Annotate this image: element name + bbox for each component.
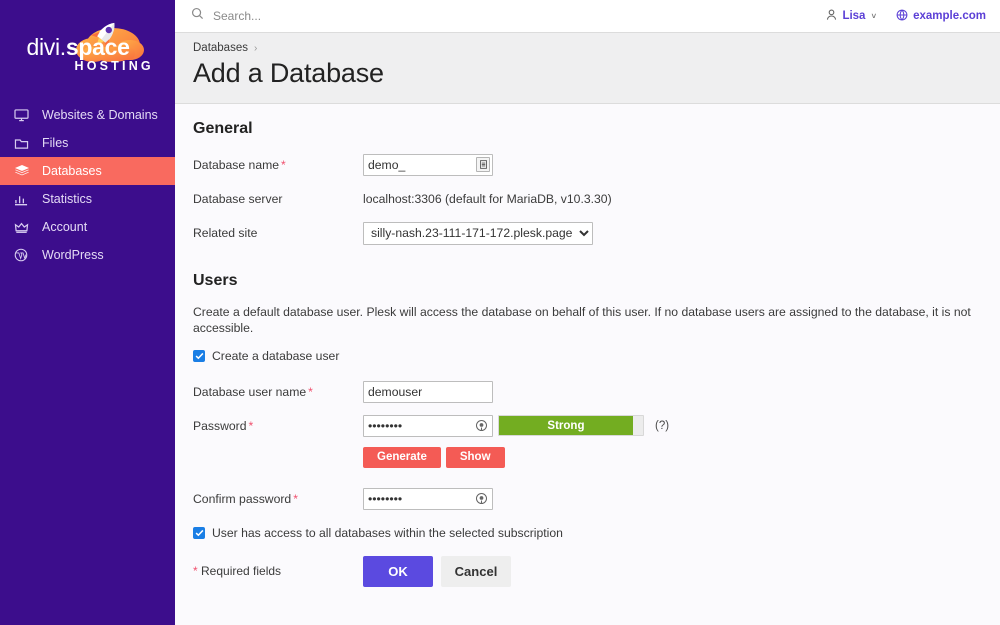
create-database-user-checkbox-row[interactable]: Create a database user (193, 349, 982, 363)
database-name-label-text: Database name (193, 158, 280, 172)
brand-logo[interactable]: divi.space HOSTING (0, 0, 175, 95)
database-layers-icon (14, 163, 34, 179)
cancel-button[interactable]: Cancel (441, 555, 511, 587)
page-header: Databases › Add a Database (175, 33, 1000, 104)
required-fields-note: * Required fields (193, 564, 363, 578)
required-fields-text: Required fields (201, 564, 282, 579)
create-database-user-checkbox[interactable] (193, 349, 205, 362)
breadcrumb-separator-icon: › (253, 42, 258, 54)
confirm-password-label: Confirm password * (193, 492, 363, 506)
required-marker: * (193, 564, 198, 579)
wordpress-icon (14, 247, 34, 263)
sidebar-item-label: Databases (42, 164, 102, 178)
sidebar-item-label: Statistics (42, 192, 93, 206)
form-content: General Database name* Database ser (175, 104, 1000, 625)
monitor-icon (14, 107, 34, 123)
database-user-name-label-text: Database user name (193, 384, 307, 399)
plesk-add-database-page: divi.space HOSTING Websites & Domains Fi… (0, 0, 1000, 625)
eye-icon[interactable] (474, 491, 489, 506)
site-name-label: example.com (913, 10, 986, 22)
sidebar-item-statistics[interactable]: Statistics (0, 185, 175, 213)
database-user-name-input[interactable] (363, 380, 493, 403)
chevron-down-icon: ˅ (871, 11, 877, 21)
search-icon (191, 7, 204, 25)
eye-icon[interactable] (474, 418, 489, 433)
sidebar-nav: Websites & Domains Files Databases Stati… (0, 101, 175, 269)
field-row-database-server: Database server localhost:3306 (default … (193, 186, 982, 212)
password-strength-fill: Strong (499, 416, 633, 436)
confirm-password-label-text: Confirm password (193, 491, 292, 506)
topbar: Lisa ˅ example.com (175, 0, 1000, 33)
password-strength-label: Strong (547, 419, 585, 432)
sidebar-item-label: Files (42, 136, 69, 150)
password-help-hint[interactable]: (?) (655, 420, 669, 432)
main-area: Lisa ˅ example.com Databases › (175, 0, 1000, 625)
password-buttons: Generate Show (363, 446, 505, 468)
field-row-related-site: Related site silly-nash.23-111-171-172.p… (193, 220, 982, 246)
users-description: Create a default database user. Plesk wi… (193, 305, 971, 336)
generate-password-button[interactable]: Generate (363, 446, 441, 468)
list-picker-icon[interactable] (476, 157, 490, 172)
password-input-wrap (363, 414, 493, 437)
form-footer: * Required fields OK Cancel (193, 555, 982, 587)
all-databases-access-checkbox-row[interactable]: User has access to all databases within … (193, 526, 982, 540)
logo-text-bold: space (65, 33, 130, 60)
password-strength-meter: Strong (498, 415, 644, 437)
sidebar-item-wordpress[interactable]: WordPress (0, 241, 175, 269)
sidebar: divi.space HOSTING Websites & Domains Fi… (0, 0, 175, 625)
required-marker: * (293, 491, 298, 506)
folder-icon (14, 135, 34, 151)
search-input[interactable] (211, 8, 451, 24)
sidebar-item-label: Account (42, 220, 88, 234)
site-menu[interactable]: example.com (896, 9, 986, 24)
search-box[interactable] (191, 7, 826, 25)
logo-text-light: divi. (26, 33, 67, 60)
sidebar-item-websites-domains[interactable]: Websites & Domains (0, 101, 175, 129)
field-row-confirm-password: Confirm password * (193, 486, 982, 512)
field-row-database-name: Database name * (193, 152, 982, 178)
sidebar-item-databases[interactable]: Databases (0, 157, 175, 185)
ok-button[interactable]: OK (363, 555, 433, 587)
breadcrumb: Databases › (193, 42, 1000, 54)
field-row-password-buttons: Generate Show (193, 446, 982, 478)
sidebar-item-label: WordPress (42, 248, 104, 262)
confirm-password-input-wrap (363, 487, 493, 510)
breadcrumb-item-databases[interactable]: Databases (193, 42, 248, 54)
database-name-label: Database name * (193, 158, 363, 172)
user-menu[interactable]: Lisa ˅ (826, 8, 877, 24)
form-action-buttons: OK Cancel (363, 555, 511, 587)
related-site-select[interactable]: silly-nash.23-111-171-172.plesk.page (363, 221, 593, 245)
page-title: Add a Database (193, 58, 384, 88)
database-user-name-label: Database user name * (193, 385, 363, 399)
person-icon (826, 8, 837, 24)
crown-icon (14, 219, 34, 235)
sidebar-item-files[interactable]: Files (0, 129, 175, 157)
logo-wordmark: divi.space (27, 34, 130, 61)
topbar-right: Lisa ˅ example.com (826, 8, 986, 24)
bar-chart-icon (14, 191, 34, 207)
user-name-label: Lisa (842, 10, 866, 22)
all-databases-access-checkbox[interactable] (193, 526, 205, 539)
sidebar-item-label: Websites & Domains (42, 108, 158, 122)
sidebar-item-account[interactable]: Account (0, 213, 175, 241)
all-databases-access-label: User has access to all databases within … (212, 525, 563, 540)
show-password-button[interactable]: Show (445, 446, 505, 468)
database-name-input[interactable] (363, 154, 493, 176)
database-server-label: Database server (193, 192, 283, 206)
database-server-value: localhost:3306 (default for MariaDB, v10… (363, 192, 612, 206)
password-label-text: Password (193, 418, 247, 433)
required-marker: * (308, 384, 313, 399)
field-row-password: Password* Strong (?) (193, 413, 982, 439)
related-site-label: Related site (193, 226, 258, 240)
required-marker: * (281, 158, 286, 172)
required-marker: * (248, 418, 254, 433)
globe-icon (896, 9, 908, 24)
create-database-user-label: Create a database user (212, 348, 340, 363)
section-title-users: Users (193, 272, 238, 289)
section-title-general: General (193, 120, 253, 137)
password-label: Password * (193, 419, 363, 433)
database-name-input-wrap (363, 154, 493, 176)
logo-subtitle: HOSTING (74, 58, 154, 73)
field-row-database-user-name: Database user name * (193, 379, 982, 405)
